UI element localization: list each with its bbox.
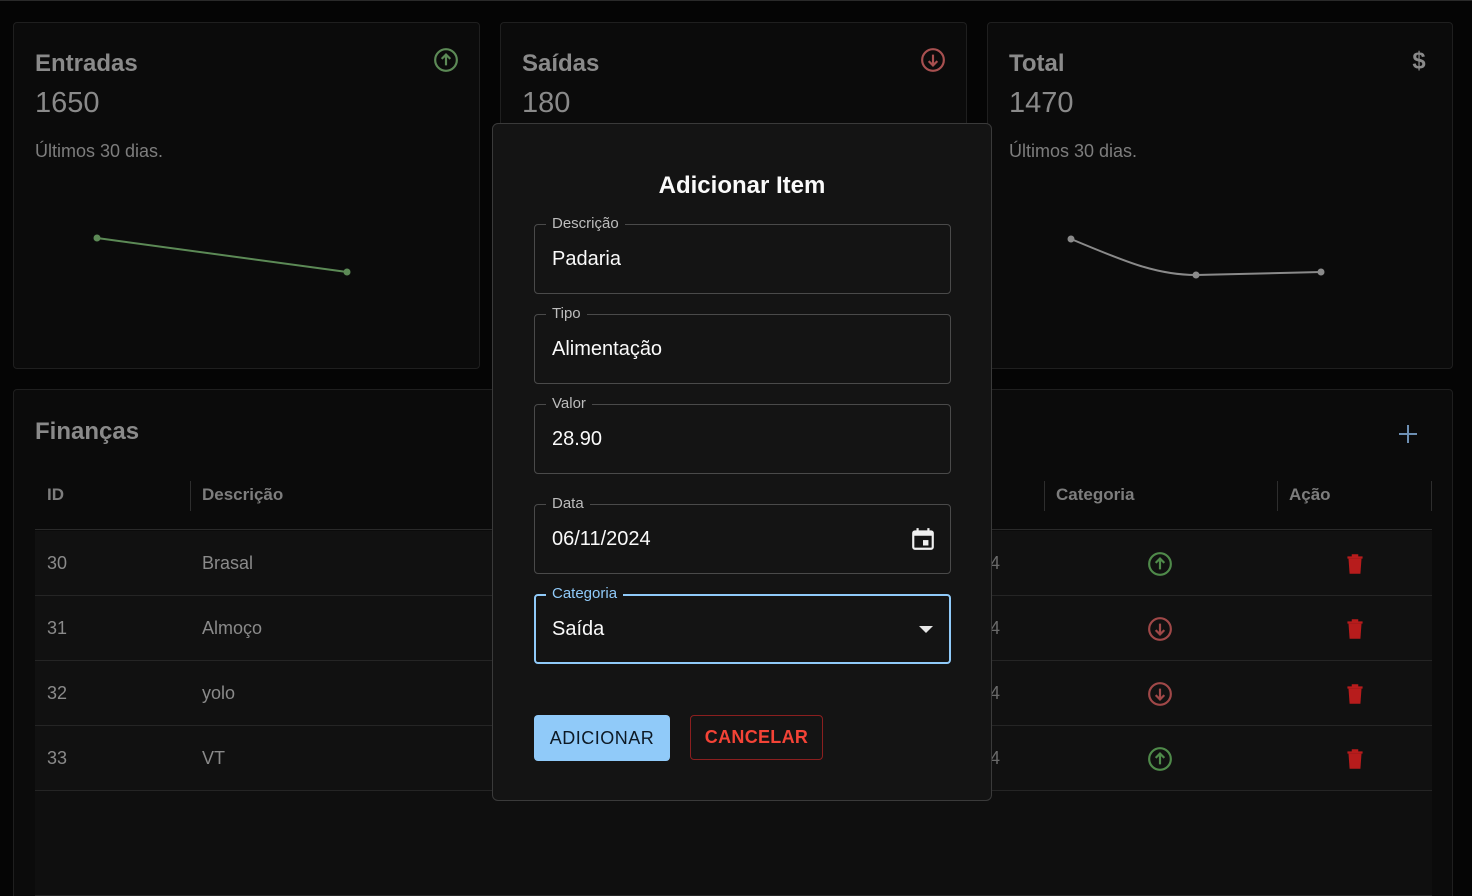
tipo-input[interactable]: Alimentação bbox=[552, 315, 662, 383]
dialog-title: Adicionar Item bbox=[658, 172, 826, 199]
tipo-field[interactable]: Tipo Alimentação bbox=[534, 304, 951, 384]
dashboard-page: Entradas 1650 Últimos 30 dias. Saídas 18… bbox=[0, 0, 1472, 896]
cancelar-button[interactable]: CANCELAR bbox=[690, 715, 823, 760]
descricao-field[interactable]: Descrição Padaria bbox=[534, 214, 951, 294]
calendar-icon[interactable] bbox=[910, 526, 936, 552]
valor-input[interactable]: 28.90 bbox=[552, 405, 602, 473]
adicionar-button[interactable]: ADICIONAR bbox=[534, 715, 670, 761]
categoria-select[interactable]: Categoria Saída bbox=[534, 584, 951, 664]
data-field[interactable]: Data 06/11/2024 bbox=[534, 494, 951, 574]
chevron-down-icon[interactable] bbox=[919, 626, 933, 633]
data-input[interactable]: 06/11/2024 bbox=[552, 505, 651, 573]
add-item-dialog: Adicionar Item Descrição Padaria Tipo Al… bbox=[492, 123, 992, 801]
descricao-input[interactable]: Padaria bbox=[552, 225, 621, 293]
categoria-value[interactable]: Saída bbox=[552, 596, 604, 662]
valor-field[interactable]: Valor 28.90 bbox=[534, 394, 951, 474]
